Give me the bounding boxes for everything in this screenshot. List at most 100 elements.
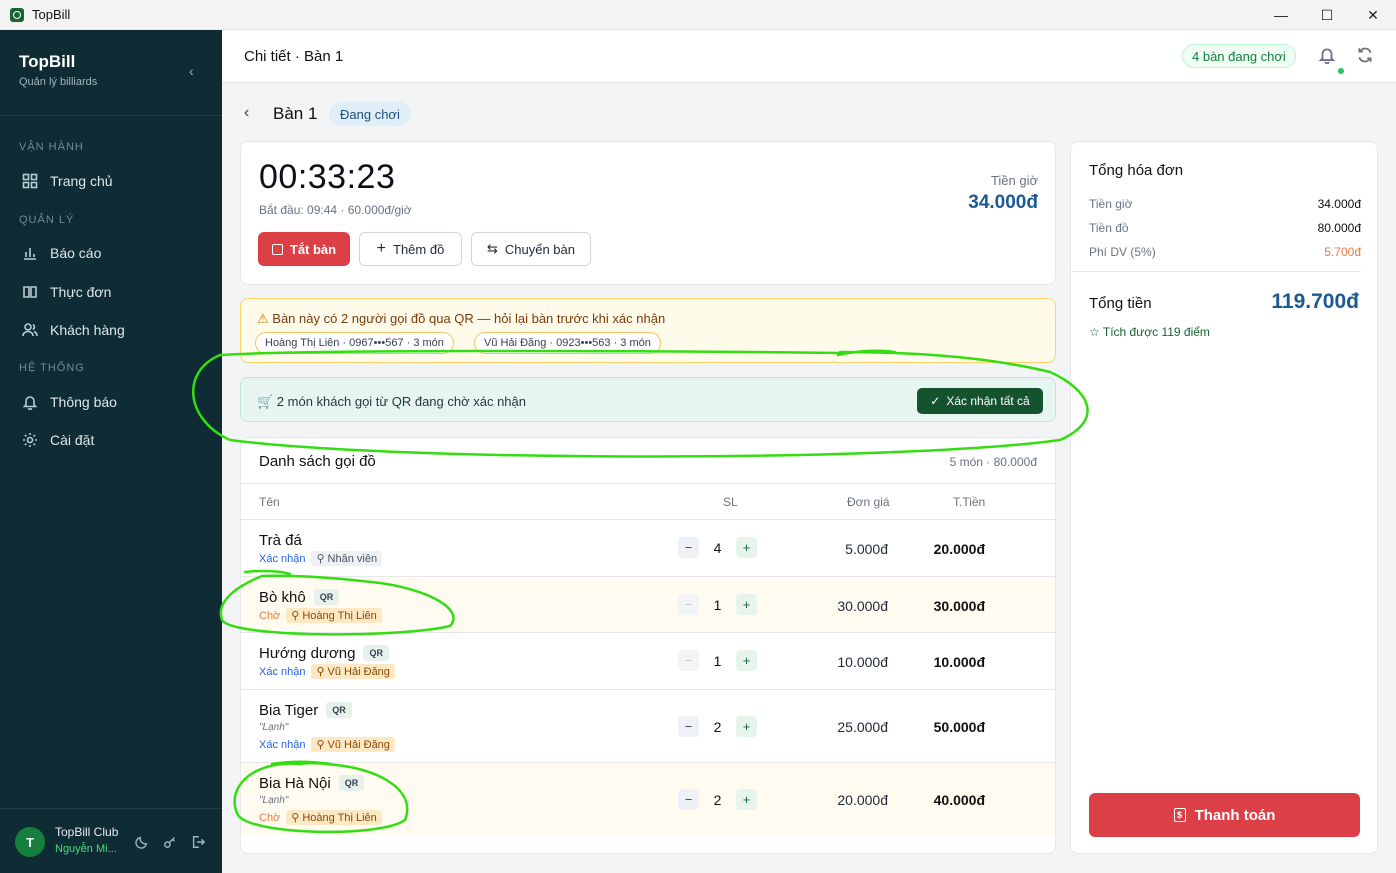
section-label-manage: QUẢN LÝ bbox=[19, 214, 75, 226]
collapse-sidebar-icon[interactable]: ‹ bbox=[189, 63, 194, 79]
move-table-button[interactable]: ⇆ Chuyển bàn bbox=[471, 232, 591, 266]
sidebar-item-settings[interactable]: Cài đặt bbox=[22, 432, 94, 448]
grand-total-value: 119.700đ bbox=[1271, 290, 1359, 313]
sidebar-item-label: Thông báo bbox=[50, 394, 117, 410]
line-total: 10.000đ bbox=[933, 654, 985, 670]
add-item-button[interactable]: + Thêm đồ bbox=[359, 232, 462, 266]
item-status: Xác nhận ⚲ Vũ Hải Đăng bbox=[259, 737, 395, 752]
back-button[interactable]: ‹ bbox=[244, 104, 249, 122]
order-list-card: Danh sách gọi đồ 5 món · 80.000đ Tên SL … bbox=[240, 437, 1056, 854]
quantity-stepper: − 1 + bbox=[678, 650, 757, 671]
qr-tag: QR bbox=[313, 589, 340, 605]
divider bbox=[0, 115, 222, 116]
window-title: TopBill bbox=[32, 7, 71, 22]
line-total: 20.000đ bbox=[933, 541, 985, 557]
brand-subtitle: Quản lý billiards bbox=[19, 76, 98, 88]
club-name: TopBill Club bbox=[55, 825, 119, 839]
bell-icon bbox=[22, 396, 38, 410]
ordered-by: ⚲ Vũ Hải Đăng bbox=[311, 737, 395, 752]
move-table-label: Chuyển bàn bbox=[504, 241, 576, 257]
section-label-system: HỆ THỐNG bbox=[19, 362, 85, 374]
item-name: Hướng dương QR bbox=[259, 645, 389, 662]
table-row: Trà đá Xác nhận ⚲ Nhân viên − 4 + 5.000đ … bbox=[241, 520, 1055, 576]
sidebar-item-home[interactable]: Trang chủ bbox=[22, 173, 113, 189]
summary-line-label: Phí DV (5%) bbox=[1089, 245, 1156, 259]
decrease-button[interactable]: − bbox=[678, 789, 699, 810]
status-confirmed: Xác nhận bbox=[259, 665, 306, 678]
ordered-by: ⚲ Nhân viên bbox=[311, 551, 383, 566]
book-icon bbox=[23, 286, 37, 298]
sidebar-item-label: Báo cáo bbox=[50, 245, 102, 261]
ordered-by: ⚲ Hoàng Thị Liên bbox=[286, 608, 382, 623]
sidebar-item-menu[interactable]: Thực đơn bbox=[22, 284, 111, 300]
summary-line-value: 5.700đ bbox=[1324, 245, 1361, 259]
time-fee-value: 34.000đ bbox=[968, 192, 1038, 213]
guest-chip[interactable]: Hoàng Thị Liên · 0967•••567 · 3 món bbox=[255, 332, 454, 354]
quantity-stepper: − 2 + bbox=[678, 789, 757, 810]
decrease-button[interactable]: − bbox=[678, 650, 699, 671]
warning-text: ⚠ Bàn này có 2 người gọi đồ qua QR — hỏi… bbox=[257, 311, 666, 326]
app-logo-icon bbox=[10, 7, 24, 22]
increase-button[interactable]: + bbox=[736, 650, 757, 671]
swap-icon: ⇆ bbox=[486, 241, 498, 256]
ordered-by: ⚲ Vũ Hải Đăng bbox=[311, 664, 395, 679]
sidebar: TopBill Quản lý billiards ‹ VẬN HÀNH Tra… bbox=[0, 30, 222, 873]
warning-icon: ⚠ bbox=[257, 311, 269, 326]
col-header-total: T.Tiền bbox=[953, 495, 986, 509]
table-row: Bia Tiger QR "Lạnh" Xác nhận ⚲ Vũ Hải Đăng… bbox=[241, 690, 1055, 762]
quantity-value: 2 bbox=[713, 718, 722, 735]
breadcrumb: Chi tiết · Bàn 1 bbox=[244, 48, 344, 65]
sidebar-item-label: Trang chủ bbox=[50, 173, 113, 189]
refresh-icon[interactable] bbox=[1356, 46, 1376, 66]
summary-line: Phí DV (5%) 5.700đ bbox=[1089, 245, 1361, 259]
confirm-all-button[interactable]: ✓ Xác nhận tất cả bbox=[917, 388, 1043, 414]
increase-button[interactable]: + bbox=[736, 594, 757, 615]
quantity-value: 4 bbox=[713, 539, 722, 556]
ordered-by: ⚲ Hoàng Thị Liên bbox=[286, 810, 382, 825]
divider bbox=[241, 483, 1055, 484]
table-row: Bò khô QR Chờ ⚲ Hoàng Thị Liên − 1 + 30.00… bbox=[241, 577, 1055, 632]
sidebar-item-label: Thực đơn bbox=[50, 284, 112, 300]
decrease-button[interactable]: − bbox=[678, 537, 699, 558]
check-icon: ✓ bbox=[930, 394, 941, 408]
quantity-value: 1 bbox=[713, 596, 722, 613]
col-header-name: Tên bbox=[259, 495, 280, 509]
page-title: Bàn 1 bbox=[273, 104, 318, 123]
person-icon: ⚲ bbox=[316, 666, 325, 678]
item-note: "Lạnh" bbox=[259, 722, 289, 733]
guest-chip[interactable]: Vũ Hải Đăng · 0923•••563 · 3 món bbox=[474, 332, 661, 354]
avatar[interactable]: T bbox=[15, 827, 45, 857]
grand-total-label: Tổng tiền bbox=[1089, 295, 1152, 312]
minimize-button[interactable]: — bbox=[1258, 0, 1304, 30]
bell-icon[interactable] bbox=[1318, 46, 1338, 66]
maximize-button[interactable]: ☐ bbox=[1304, 0, 1350, 30]
status-pending: Chờ bbox=[259, 609, 281, 622]
status-confirmed: Xác nhận bbox=[259, 552, 306, 565]
sidebar-item-customers[interactable]: Khách hàng bbox=[22, 322, 125, 338]
top-header: Chi tiết · Bàn 1 4 bàn đang chơi bbox=[222, 30, 1396, 83]
divider bbox=[0, 808, 222, 809]
item-status: Chờ ⚲ Hoàng Thị Liên bbox=[259, 608, 382, 623]
pay-button[interactable]: $ Thanh toán bbox=[1089, 793, 1360, 837]
sidebar-item-reports[interactable]: Báo cáo bbox=[22, 245, 101, 261]
increase-button[interactable]: + bbox=[736, 789, 757, 810]
decrease-button[interactable]: − bbox=[678, 716, 699, 737]
key-icon[interactable] bbox=[163, 835, 177, 849]
increase-button[interactable]: + bbox=[736, 537, 757, 558]
confirm-all-label: Xác nhận tất cả bbox=[946, 394, 1030, 408]
increase-button[interactable]: + bbox=[736, 716, 757, 737]
add-item-label: Thêm đồ bbox=[393, 241, 445, 257]
moon-icon[interactable] bbox=[135, 835, 149, 849]
close-window-button[interactable]: ✕ bbox=[1350, 0, 1396, 30]
person-icon: ⚲ bbox=[316, 739, 325, 751]
brand: TopBill Quản lý billiards bbox=[19, 52, 97, 88]
chart-icon bbox=[24, 248, 36, 260]
decrease-button[interactable]: − bbox=[678, 594, 699, 615]
active-tables-badge[interactable]: 4 bàn đang chơi bbox=[1182, 44, 1296, 68]
logout-icon[interactable] bbox=[191, 835, 206, 849]
close-table-button[interactable]: Tắt bàn bbox=[258, 232, 350, 266]
qr-pending-notice: 🛒 2 món khách gọi từ QR đang chờ xác nhậ… bbox=[240, 377, 1056, 422]
sidebar-item-notifications[interactable]: Thông báo bbox=[22, 394, 117, 410]
item-status: Xác nhận ⚲ Vũ Hải Đăng bbox=[259, 664, 395, 679]
quantity-value: 1 bbox=[713, 652, 722, 669]
